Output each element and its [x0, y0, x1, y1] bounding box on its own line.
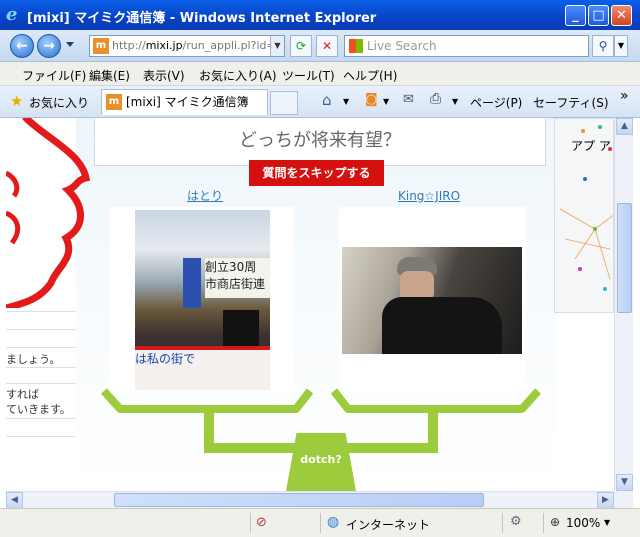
page-content: ましょう。 すれば ていきます。 どっちが将来有望？ 質問をスキップする はとり…	[6, 118, 614, 491]
right-candidate-card[interactable]	[339, 207, 526, 392]
home-icon[interactable]: ⌂	[322, 91, 332, 109]
right-candidate-link[interactable]: King☆JIRO	[398, 189, 460, 203]
forward-button[interactable]: →	[37, 34, 61, 58]
skip-question-button[interactable]: 質問をスキップする	[249, 160, 384, 186]
ie-icon: e	[6, 4, 18, 25]
photo-jacket	[382, 297, 502, 354]
scroll-down-icon[interactable]: ▼	[616, 474, 633, 491]
minimize-button[interactable]: _	[565, 5, 586, 26]
menu-bar: ファイル(F) 編集(E) 表示(V) お気に入り(A) ツール(T) ヘルプ(…	[0, 62, 640, 86]
scroll-left-icon[interactable]: ◀	[6, 492, 23, 509]
search-button[interactable]: ⚲	[592, 35, 614, 57]
menu-tools[interactable]: ツール(T)	[282, 67, 335, 84]
status-bar: ⊘ ◍ インターネット ⚙ ⊕ 100% ▼	[0, 508, 640, 537]
home-dropdown-icon[interactable]: ▼	[343, 97, 349, 106]
left-row	[6, 329, 76, 347]
left-candidate-photo: 創立30周 市商店街連 は私の街で	[135, 210, 270, 390]
favorites-button[interactable]: お気に入り	[29, 94, 89, 111]
feeds-icon[interactable]: ◙	[365, 92, 378, 107]
zoom-dropdown-icon[interactable]: ▼	[604, 518, 610, 527]
left-candidate-card[interactable]: 創立30周 市商店街連 は私の街で	[110, 207, 294, 392]
question-box: どっちが将来有望？	[94, 118, 546, 166]
right-side-panel[interactable]: アプ ア	[554, 118, 614, 313]
scroll-corner	[614, 491, 633, 508]
left-row	[6, 418, 76, 436]
window-title: [mixi] マイミク通信簿 - Windows Internet Explor…	[27, 11, 377, 26]
menu-file[interactable]: ファイル(F)	[22, 67, 86, 84]
left-text-row: ましょう。	[6, 347, 76, 367]
back-button[interactable]: ←	[10, 34, 34, 58]
protected-mode-icon[interactable]: ⚙	[510, 514, 522, 529]
address-dropdown-icon[interactable]: ▼	[270, 36, 284, 56]
globe-icon: ◍	[327, 514, 340, 530]
horizontal-scrollbar[interactable]: ◀ ▶	[6, 491, 614, 509]
maximize-button[interactable]: □	[588, 5, 609, 26]
menu-edit[interactable]: 編集(E)	[89, 67, 130, 84]
address-input[interactable]: m http://mixi.jp/run_appli.pl?id=2 ▼	[89, 35, 285, 57]
left-row	[6, 311, 76, 329]
print-dropdown-icon[interactable]: ▼	[452, 97, 458, 106]
history-dropdown-icon[interactable]	[66, 42, 74, 47]
search-options-icon[interactable]: ▼	[614, 35, 628, 57]
tab-favicon-icon: m	[106, 94, 122, 110]
right-candidate-photo	[342, 247, 522, 354]
photo-speaker	[223, 310, 259, 346]
feeds-dropdown-icon[interactable]: ▼	[383, 97, 389, 106]
live-search-logo-icon	[349, 39, 363, 53]
stop-icon[interactable]: ✕	[316, 35, 338, 57]
page-menu[interactable]: ページ(P)	[470, 94, 522, 111]
scroll-up-icon[interactable]: ▲	[616, 118, 633, 135]
window-title-bar: e [mixi] マイミク通信簿 - Windows Internet Expl…	[0, 0, 640, 30]
menu-view[interactable]: 表示(V)	[143, 67, 185, 84]
left-text-line: ていきます。	[6, 403, 71, 416]
privacy-icon[interactable]: ⊘	[256, 515, 267, 530]
tab-bar: ★ お気に入り m [mixi] マイミク通信簿 ⌂ ▼ ◙ ▼ ✉ ⎙ ▼ ペー…	[0, 86, 640, 118]
menu-favorites[interactable]: お気に入り(A)	[199, 67, 277, 84]
close-button[interactable]: ✕	[611, 5, 632, 26]
red-character-decoration-icon	[6, 118, 91, 308]
menu-help[interactable]: ヘルプ(H)	[343, 67, 397, 84]
dotch-label: dotch?	[300, 453, 342, 466]
vertical-scrollbar[interactable]: ▲ ▼	[614, 118, 633, 491]
left-candidate-link[interactable]: はとり	[187, 187, 223, 204]
mail-icon[interactable]: ✉	[403, 92, 414, 107]
search-input[interactable]: Live Search	[344, 35, 589, 57]
safety-menu[interactable]: セーフティ(S)	[533, 94, 609, 111]
left-frame: ましょう。 すれば ていきます。	[6, 118, 91, 491]
vertical-scroll-thumb[interactable]	[617, 203, 632, 313]
scroll-right-icon[interactable]: ▶	[597, 492, 614, 509]
left-row	[6, 436, 76, 454]
photo-sign: 創立30周 市商店街連	[205, 258, 270, 298]
security-zone: インターネット	[346, 518, 431, 532]
more-commands-icon[interactable]: »	[620, 88, 629, 104]
zoom-level[interactable]: 100%	[566, 516, 600, 530]
right-panel-title: アプ ア	[571, 139, 611, 153]
tab-mixi[interactable]: m [mixi] マイミク通信簿	[101, 89, 268, 115]
mixi-favicon-icon: m	[93, 38, 109, 54]
print-icon[interactable]: ⎙	[430, 91, 441, 107]
refresh-icon[interactable]: ⟳	[290, 35, 312, 57]
left-text-row: すれば	[6, 383, 76, 401]
zoom-icon: ⊕	[550, 515, 561, 529]
new-tab-button[interactable]	[270, 91, 298, 115]
favorites-star-icon[interactable]: ★	[10, 92, 23, 110]
dotch-weight: dotch?	[286, 433, 356, 491]
address-toolbar: ← → m http://mixi.jp/run_appli.pl?id=2 ▼ …	[0, 30, 640, 62]
photo-figure	[183, 258, 201, 308]
left-row	[6, 367, 76, 383]
horizontal-scroll-thumb[interactable]	[114, 493, 484, 507]
